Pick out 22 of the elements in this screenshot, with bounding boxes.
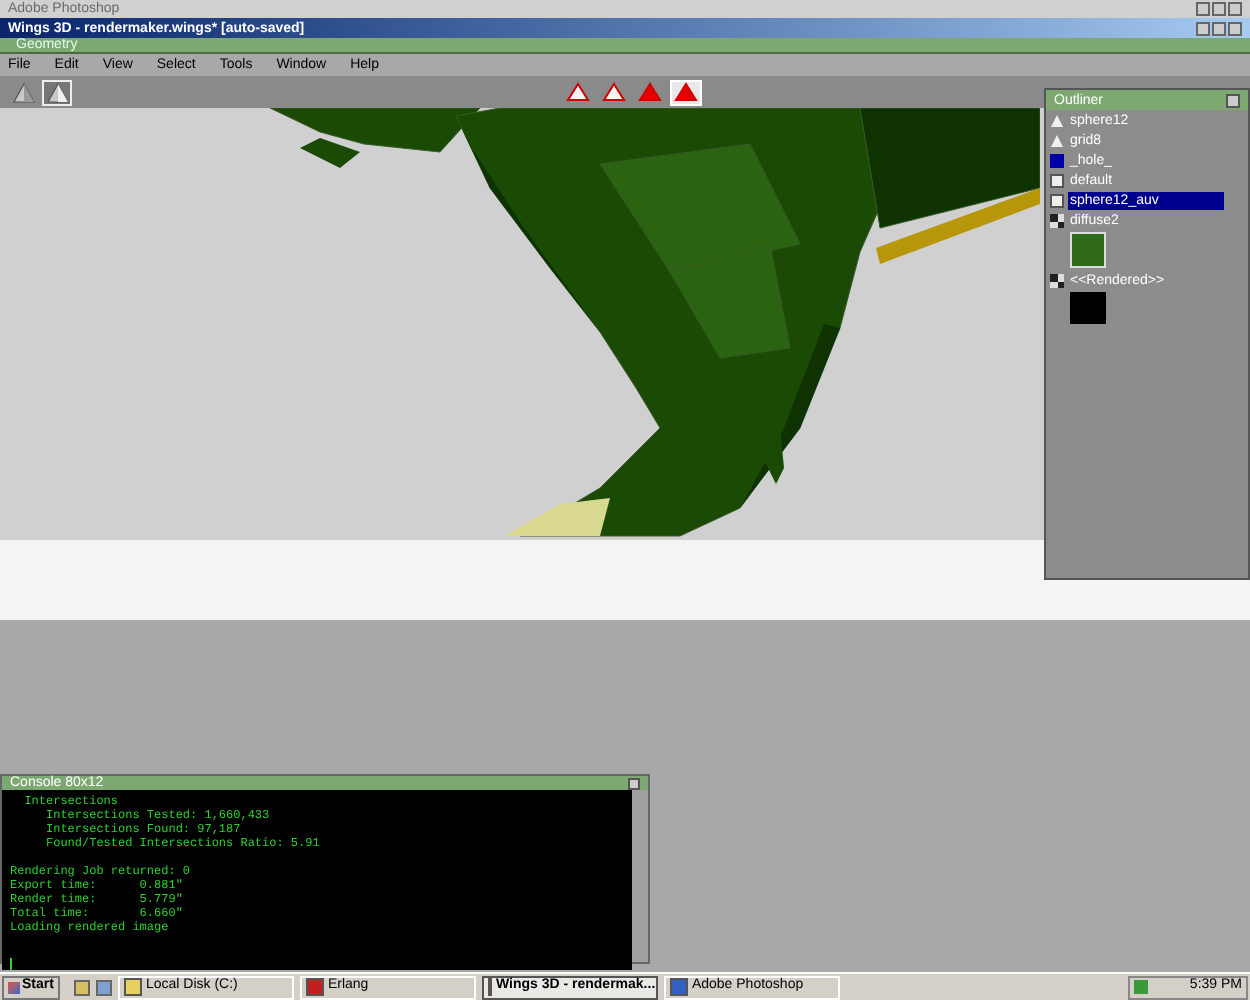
pyramid-icon <box>11 81 35 103</box>
solid-triangle-icon <box>674 82 698 102</box>
render-thumbnail <box>1070 292 1106 324</box>
text-cursor-icon <box>10 958 12 970</box>
solid-triangle-icon <box>638 82 662 102</box>
checker-icon <box>1050 214 1064 228</box>
texture-thumbnail <box>1070 232 1106 268</box>
shading-button[interactable] <box>670 79 702 105</box>
window-controls-icon[interactable] <box>1196 2 1242 16</box>
shading-button[interactable] <box>598 79 630 105</box>
window-controls-icon[interactable] <box>1196 21 1242 35</box>
pyramid-icon <box>45 81 69 103</box>
checker-icon <box>1050 274 1064 288</box>
windows-logo-icon <box>8 981 20 993</box>
view-mode-button[interactable] <box>8 79 38 105</box>
close-icon[interactable] <box>628 777 640 789</box>
view-mode-button[interactable] <box>42 79 72 105</box>
shading-button[interactable] <box>562 79 594 105</box>
wire-triangle-icon <box>602 82 626 102</box>
wire-triangle-icon <box>566 82 590 102</box>
square-icon <box>1050 154 1064 168</box>
close-icon[interactable] <box>1226 93 1240 107</box>
